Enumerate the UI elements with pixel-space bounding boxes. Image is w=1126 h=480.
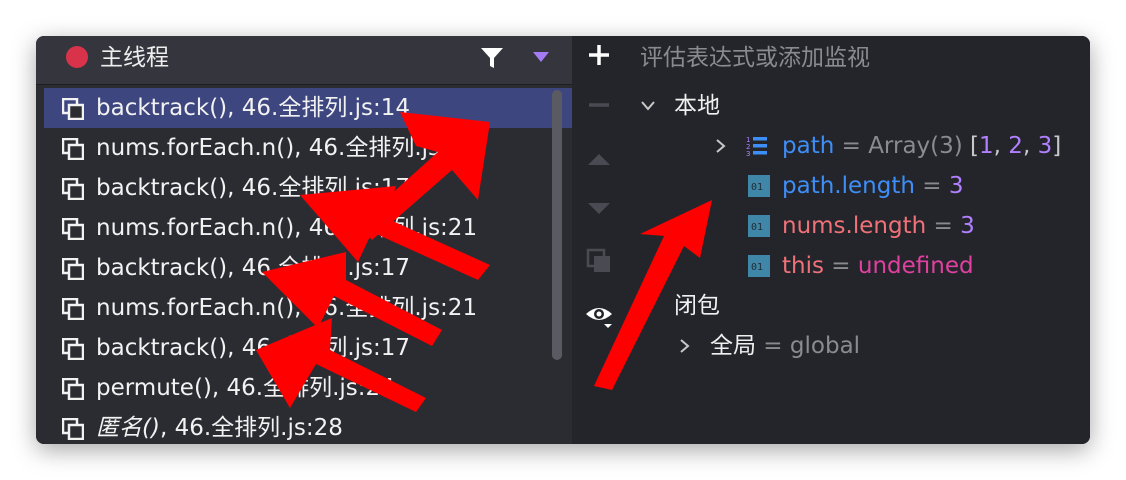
debugger-window: 主线程 backtrack(), 46.全排列.js:14 nums.forEa… (36, 36, 1090, 444)
variable-row-this[interactable]: 01 this = undefined (624, 246, 1090, 286)
equals-sign: = (823, 253, 858, 279)
frame-location: , 46.全排列.js:21 (294, 135, 478, 161)
red-dot-icon (66, 46, 88, 68)
minus-icon[interactable] (586, 92, 612, 118)
primitive-01-icon: 01 (748, 175, 770, 197)
scope-label: 全局 (710, 333, 756, 359)
frame-function-name: nums.forEach.n() (96, 215, 295, 241)
variable-name: path (782, 133, 835, 159)
equals-sign: = (926, 213, 961, 239)
frame-location: , 46.全排列.js:21 (294, 295, 478, 321)
variable-type: Array(3) (868, 133, 963, 159)
stack-frame-row[interactable]: backtrack(), 46.全排列.js:14 (44, 88, 572, 128)
scope-value: global (789, 333, 861, 359)
array-value: 3 (1037, 133, 1053, 159)
frame-function-name: nums.forEach.n() (96, 295, 295, 321)
chevron-down-icon[interactable] (532, 50, 550, 64)
array-value: 1 (979, 133, 994, 159)
move-down-icon[interactable] (586, 196, 612, 222)
variable-value: 3 (960, 213, 975, 239)
frame-function-name: backtrack() (96, 175, 228, 201)
plus-icon[interactable] (586, 42, 612, 68)
variable-row-path[interactable]: 1 2 3 path = Array(3) [1, 2, 3] (624, 126, 1090, 166)
scope-closure[interactable]: 闭包 (624, 286, 1090, 326)
array-value: 2 (1008, 133, 1023, 159)
scope-global[interactable]: 全局 = global (624, 326, 1090, 366)
watch-toolbar (572, 36, 624, 444)
frame-location: , 46.全排列.js:14 (227, 95, 411, 121)
variable-value: undefined (857, 253, 974, 279)
variable-value: 3 (948, 173, 964, 199)
stack-frame-icon (62, 258, 84, 280)
primitive-01-icon: 01 (748, 215, 770, 237)
chevron-right-icon (680, 339, 690, 353)
scope-label: 闭包 (674, 293, 720, 319)
filter-icon[interactable] (478, 44, 506, 72)
stack-frame-row[interactable]: 匿名(), 46.全排列.js:28 (44, 408, 572, 444)
stack-frame-icon (62, 178, 84, 200)
frame-location: , 46.全排列.js:24 (211, 375, 395, 401)
scope-tree: 本地 1 2 3 path = Array(3) [1, 2, 3] 01 pa… (624, 86, 1090, 366)
variable-name: this (782, 253, 824, 279)
call-stack-panel: 主线程 backtrack(), 46.全排列.js:14 nums.forEa… (36, 36, 572, 444)
frame-function-name: 匿名() (96, 415, 160, 441)
equals-sign: = (834, 133, 869, 159)
frame-function-name: backtrack() (96, 335, 228, 361)
frame-function-name: permute() (96, 375, 212, 401)
stack-frame-icon (62, 338, 84, 360)
scrollbar[interactable] (552, 90, 562, 360)
stack-frame-icon (62, 138, 84, 160)
chevron-right-icon (716, 139, 726, 153)
variable-name: path.length (782, 173, 915, 199)
scope-local[interactable]: 本地 (624, 86, 1090, 126)
thread-name: 主线程 (100, 45, 169, 71)
stack-frame-icon (62, 298, 84, 320)
numbered-list-icon: 1 2 3 (746, 136, 767, 157)
primitive-01-icon: 01 (748, 255, 770, 277)
stack-frame-row[interactable]: backtrack(), 46.全排列.js:17 (44, 168, 572, 208)
variables-panel: 评估表达式或添加监视 本地 1 2 3 path = Array(3) [1, … (624, 36, 1090, 444)
frame-location: , 46.全排列.js:17 (227, 255, 411, 281)
frame-location: , 46.全排列.js:21 (294, 215, 478, 241)
stack-frame-icon (62, 378, 84, 400)
stack-frame-icon (62, 418, 84, 440)
stack-frame-icon (62, 218, 84, 240)
duplicate-icon[interactable] (586, 248, 612, 274)
frame-list: backtrack(), 46.全排列.js:14 nums.forEach.n… (44, 88, 572, 444)
variable-name: nums.length (782, 213, 927, 239)
scope-label: 本地 (674, 93, 720, 119)
frame-location: , 46.全排列.js:28 (159, 415, 343, 441)
stack-frame-row[interactable]: backtrack(), 46.全排列.js:17 (44, 328, 572, 368)
frame-function-name: backtrack() (96, 255, 228, 281)
stack-frame-row[interactable]: permute(), 46.全排列.js:24 (44, 368, 572, 408)
equals-sign: = (756, 333, 790, 359)
svg-text:01: 01 (751, 262, 763, 273)
frame-location: , 46.全排列.js:17 (227, 335, 411, 361)
stack-frame-row[interactable]: nums.forEach.n(), 46.全排列.js:21 (44, 128, 572, 168)
variable-row-nums-length[interactable]: 01 nums.length = 3 (624, 206, 1090, 246)
stack-frame-row[interactable]: nums.forEach.n(), 46.全排列.js:21 (44, 208, 572, 248)
variable-row-path-length[interactable]: 01 path.length = 3 (624, 166, 1090, 206)
thread-header[interactable]: 主线程 (36, 36, 572, 85)
equals-sign: = (914, 173, 949, 199)
svg-text:01: 01 (751, 182, 763, 193)
watch-expression-input[interactable]: 评估表达式或添加监视 (640, 38, 870, 78)
frame-location: , 46.全排列.js:17 (227, 175, 411, 201)
frame-function-name: backtrack() (96, 95, 228, 121)
move-up-icon[interactable] (586, 146, 612, 172)
stack-frame-icon (62, 98, 84, 120)
svg-text:01: 01 (751, 222, 763, 233)
svg-text:3: 3 (746, 150, 750, 157)
stack-frame-row[interactable]: backtrack(), 46.全排列.js:17 (44, 248, 572, 288)
eye-icon[interactable] (584, 302, 614, 328)
chevron-down-icon (641, 101, 655, 111)
stack-frame-row[interactable]: nums.forEach.n(), 46.全排列.js:21 (44, 288, 572, 328)
frame-function-name: nums.forEach.n() (96, 135, 295, 161)
